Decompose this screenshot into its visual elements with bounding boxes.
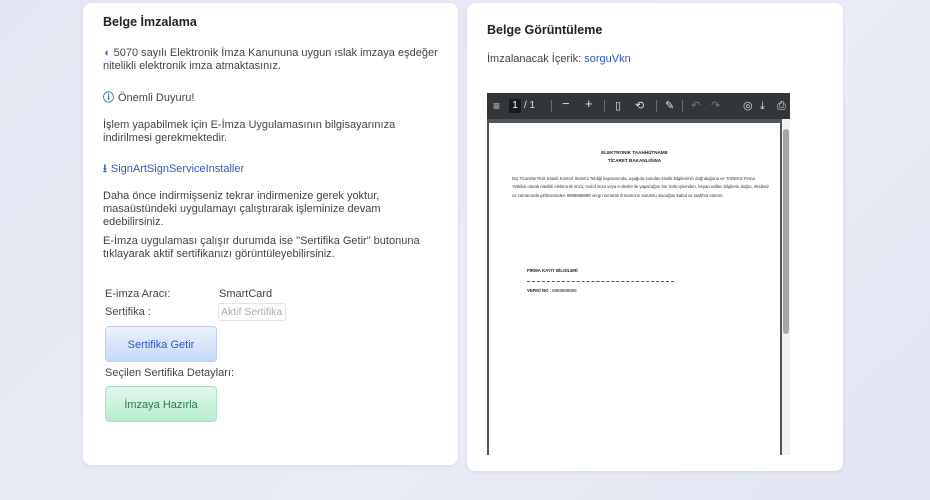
download-icon: ⭳ [103,163,107,175]
no-reinstall-text: Daha önce indirmişseniz tekrar indirmeni… [103,190,381,228]
content-row: İmzalanacak İçerik: sorguVkn [487,53,631,65]
toolbar-divider [682,100,683,112]
toolbar-divider [656,100,657,112]
zoom-out-icon[interactable]: − [562,97,570,111]
shield-icon: ◖ [103,47,110,59]
rotate-icon[interactable]: ⟲ [635,99,644,113]
document-title: ELEKTRONİK TAAHHÜTNAME [601,150,668,155]
info-icon: ⓘ [103,92,114,104]
draw-icon[interactable]: ✎ [665,99,674,113]
pdf-scrollbar-thumb[interactable] [783,129,789,334]
menu-icon[interactable]: ≡ [493,99,500,113]
pdf-page: ELEKTRONİK TAAHHÜTNAME TİCARET BAKANLIĞI… [489,123,780,455]
document-rule [527,281,674,282]
document-body: Dış Ticarette Risk Esaslı Kontrol Sistem… [512,176,770,198]
page-number-input[interactable]: 1 [509,99,521,113]
installer-download-link[interactable]: ⭳ SignArtSignServiceInstaller [103,163,443,176]
tax-number-row: VERGİ NO : 8888888888 [527,288,577,293]
install-required-text: İşlem yapabilmek için E-İmza Uygulamasın… [103,119,396,144]
signing-card-title: Belge İmzalama [103,15,197,29]
important-notice: ⓘ Önemli Duyuru! [103,92,443,105]
toolbar-divider [604,100,605,112]
chevron-down-icon: ⌄ [282,306,285,318]
document-view-card: Belge Görüntüleme İmzalanacak İçerik: so… [467,3,843,471]
pdf-toolbar: ≡ 1 / 1 − + ▯ ⟲ ✎ ↶ ↷ ◎ ⤓ ⎙ [487,93,790,119]
certificate-label: Sertifika : [105,306,151,318]
app-running-text: E-İmza uygulaması çalışır durumda ise "S… [103,235,420,260]
undo-icon[interactable]: ↶ [691,99,700,113]
view-card-title: Belge Görüntüleme [487,23,603,37]
prepare-signing-button[interactable]: İmzaya Hazırla [105,386,217,422]
redo-icon[interactable]: ↷ [711,99,720,113]
pdf-scrollbar[interactable] [782,119,790,455]
content-name: sorguVkn [584,53,631,65]
installer-download-label: SignArtSignServiceInstaller [110,163,245,175]
download-icon[interactable]: ⤓ [760,99,765,113]
law-notice: ◖ 5070 sayılı Elektronik İmza Kanununa uy… [103,47,443,73]
certificate-select[interactable]: Aktif Sertifika⌄ [218,303,286,321]
signing-tool-value: SmartCard [219,288,273,300]
document-signing-card: Belge İmzalama ◖ 5070 sayılı Elektronik İ… [83,3,458,465]
tax-number-value: : 8888888888 [549,288,577,293]
content-label: İmzalanacak İçerik: [487,53,582,65]
annotation-icon[interactable]: ◎ [743,99,753,113]
important-notice-text: Önemli Duyuru! [118,92,195,104]
law-notice-text: 5070 sayılı Elektronik İmza Kanununa uyg… [103,47,438,72]
selected-certificate-details-label: Seçilen Sertifika Detayları: [105,367,234,379]
page-total: / 1 [524,100,536,111]
print-icon[interactable]: ⎙ [777,99,786,113]
fit-page-icon[interactable]: ▯ [615,99,621,113]
zoom-in-icon[interactable]: + [585,97,593,111]
toolbar-divider [551,100,552,112]
document-subtitle: TİCARET BAKANLIĞINA [607,158,662,163]
get-certificate-button[interactable]: Sertifika Getir [105,326,217,362]
company-info-heading: FİRMA KAYIT BİLGİLERİ [527,268,578,273]
pdf-viewer[interactable]: ≡ 1 / 1 − + ▯ ⟲ ✎ ↶ ↷ ◎ ⤓ ⎙ ELEKTRONİK T… [487,93,790,455]
tax-number-label: VERGİ NO [527,288,549,293]
certificate-select-value: Aktif Sertifika [221,306,283,318]
signing-tool-label: E-imza Aracı: [105,288,171,300]
